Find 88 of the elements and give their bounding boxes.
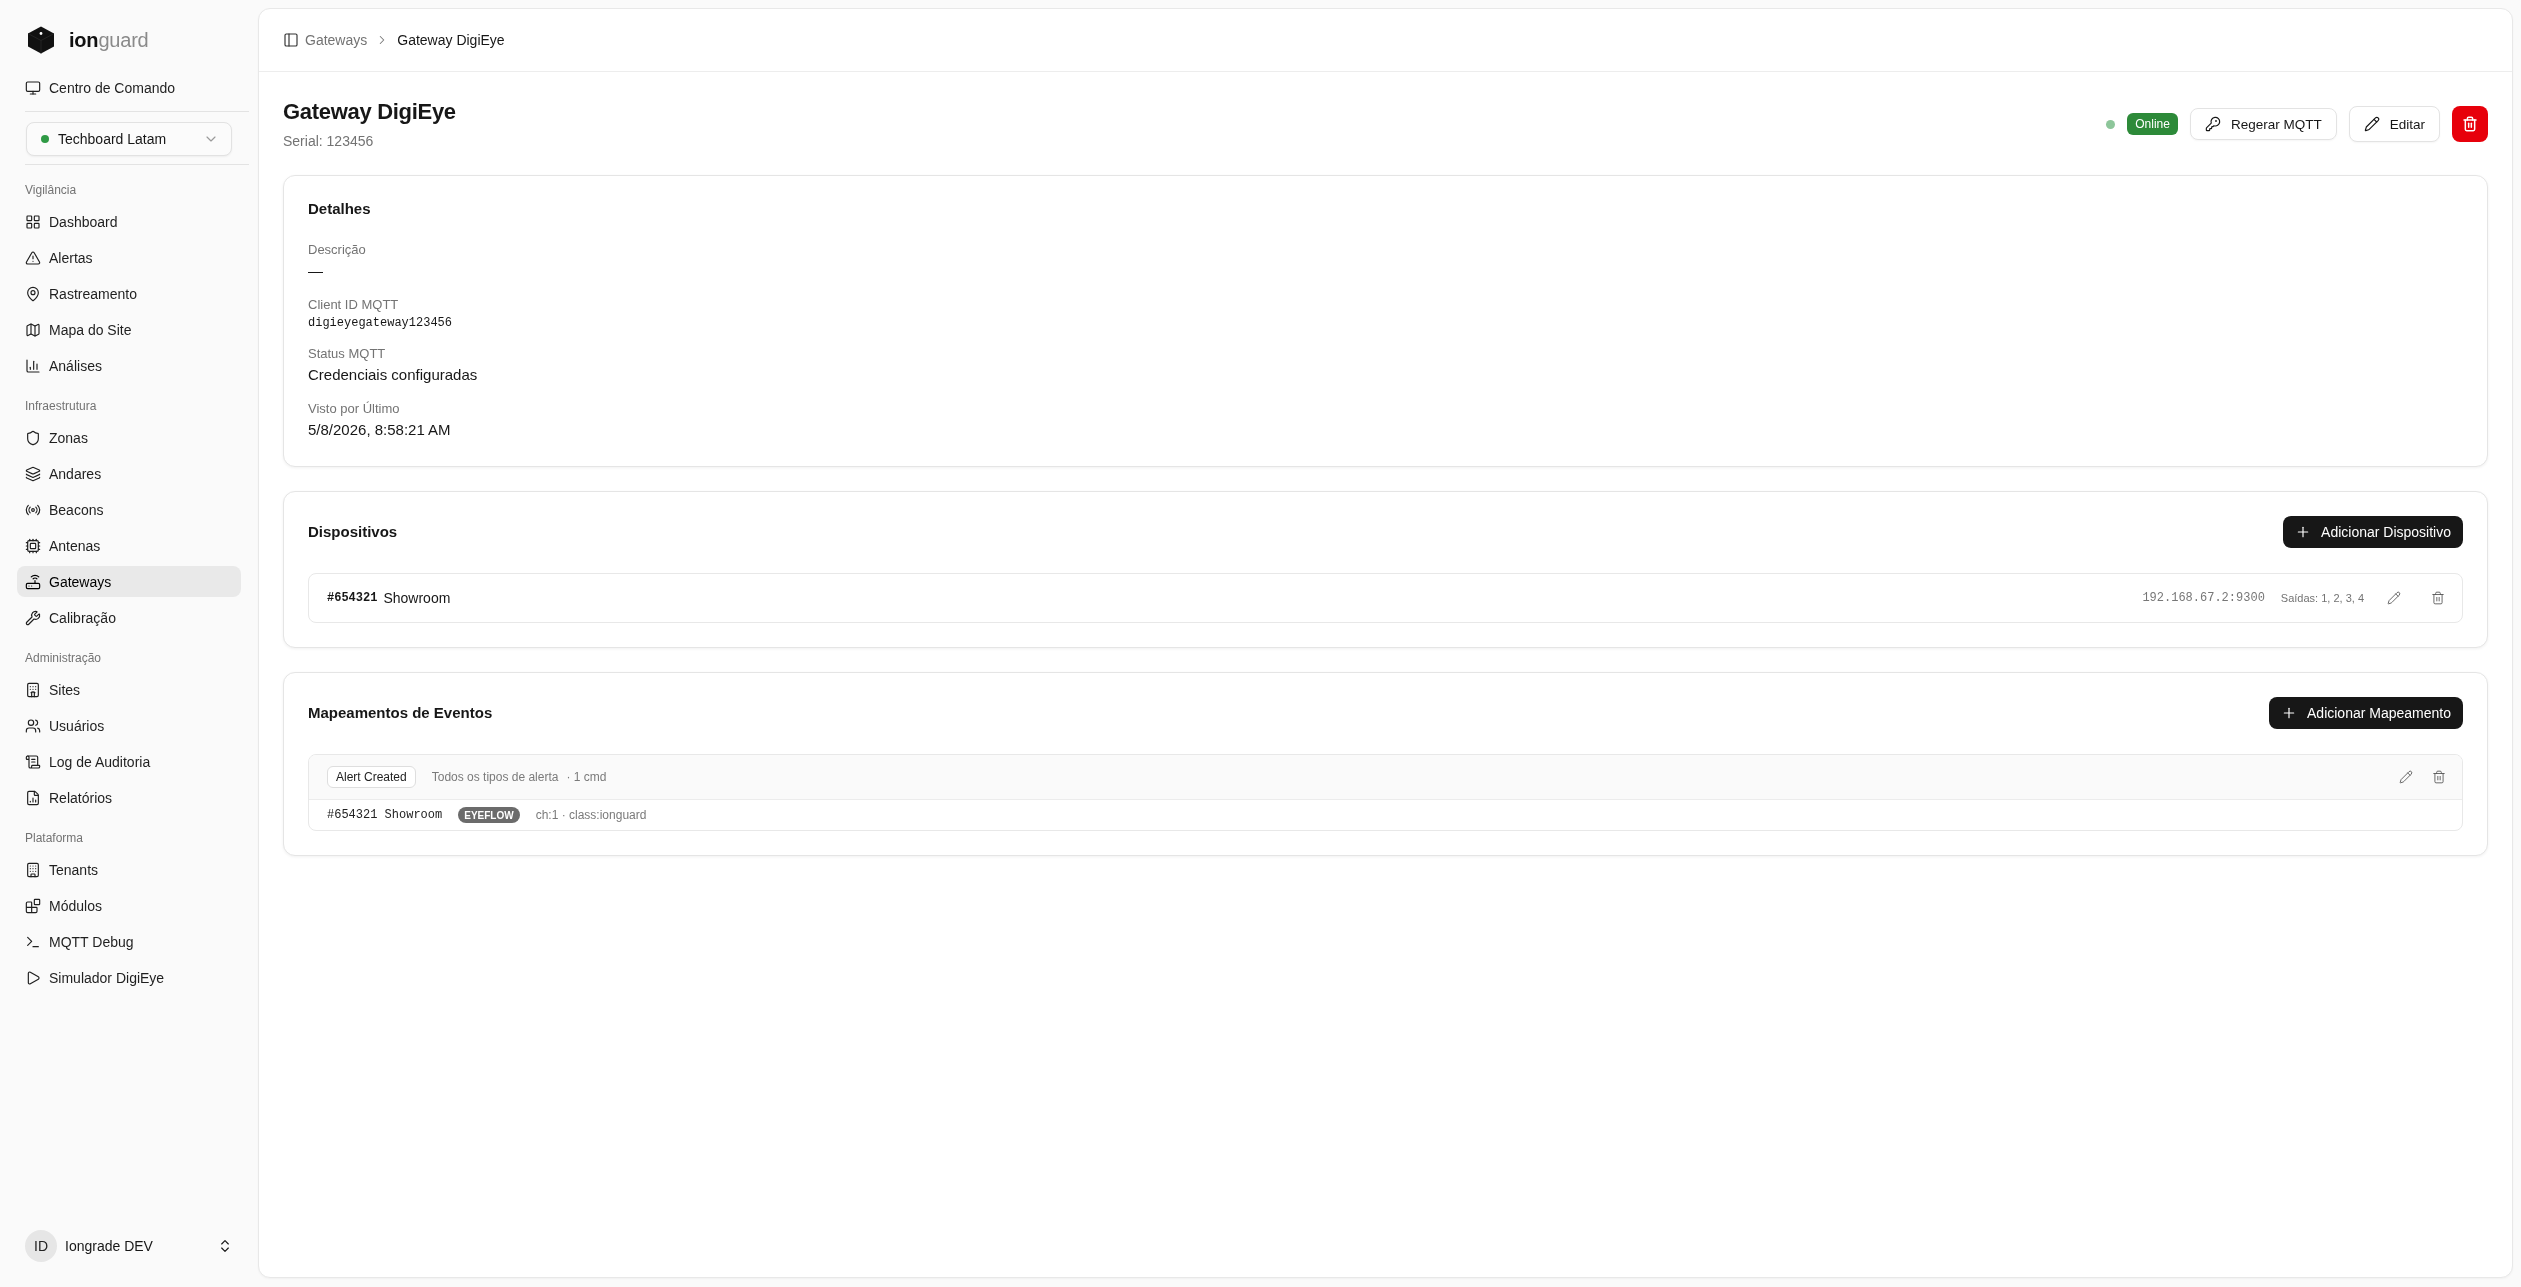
sidebar-item[interactable]: Antenas xyxy=(17,530,241,561)
page-title: Gateway DigiEye xyxy=(283,98,456,126)
play-icon xyxy=(25,969,41,986)
field-value: Credenciais configuradas xyxy=(308,365,478,385)
router-icon xyxy=(25,573,41,590)
sidebar-item[interactable]: Análises xyxy=(17,350,241,381)
building-icon xyxy=(25,681,41,698)
sidebar-item[interactable]: Dashboard xyxy=(17,206,241,237)
breadcrumb-current-page: Gateway DigiEye xyxy=(397,32,505,48)
event-badge: Alert Created xyxy=(327,766,416,788)
pencil-icon xyxy=(2387,591,2401,605)
scroll-icon xyxy=(25,753,41,770)
alert-scope: Todos os tipos de alerta xyxy=(431,770,559,784)
field-value: — xyxy=(308,261,323,281)
device-address: 192.168.67.2:9300 xyxy=(2142,591,2265,605)
pencil-icon xyxy=(2399,770,2413,784)
map-icon xyxy=(25,321,41,338)
sidebar-item[interactable]: Andares xyxy=(17,458,241,489)
section-label: Infraestrutura xyxy=(24,398,98,415)
status-badge: Online xyxy=(2127,113,2178,135)
sidebar-item[interactable]: Alertas xyxy=(17,242,241,273)
command-params: ch:1 · class:ionguard xyxy=(535,808,647,822)
user-avatar: ID xyxy=(25,1230,57,1262)
card-title: Dispositivos xyxy=(308,523,398,541)
map-pin-icon xyxy=(25,285,41,302)
pencil-icon xyxy=(2363,116,2380,132)
section-label: Administração xyxy=(24,650,103,667)
user-name: Iongrade DEV xyxy=(65,1238,154,1254)
field-label: Client ID MQTT xyxy=(308,296,399,314)
warning-icon xyxy=(25,249,41,266)
sidebar-item[interactable]: Simulador DigiEye xyxy=(17,962,241,993)
breadcrumb-link[interactable]: Gateways xyxy=(305,32,368,48)
field-value: 5/8/2026, 8:58:21 AM xyxy=(308,420,451,440)
sidebar-toggle-icon[interactable] xyxy=(283,32,299,48)
card-title: Mapeamentos de Eventos xyxy=(308,704,493,722)
sidebar-item[interactable]: MQTT Debug xyxy=(17,926,241,957)
sidebar-item[interactable]: Relatórios xyxy=(17,782,241,813)
serial-text: Serial: 123456 xyxy=(283,132,375,151)
shield-icon xyxy=(25,429,41,446)
sidebar-item[interactable]: Log de Auditoria xyxy=(17,746,241,777)
sidebar-item[interactable]: Calibração xyxy=(17,602,241,633)
sidebar-item[interactable]: Usuários xyxy=(17,710,241,741)
layers-icon xyxy=(25,465,41,482)
sidebar-item[interactable]: Gateways xyxy=(17,566,241,597)
grid-icon xyxy=(25,213,41,230)
device-name: Showroom xyxy=(383,590,451,606)
sidebar-item[interactable]: Mapa do Site xyxy=(17,314,241,345)
field-label: Descrição xyxy=(308,241,366,259)
sidebar-item[interactable]: Módulos xyxy=(17,890,241,921)
command-center-link[interactable]: Centro de Comando xyxy=(17,72,241,103)
trash-icon xyxy=(2462,116,2478,132)
wrench-icon xyxy=(25,609,41,626)
command-count: · 1 cmd xyxy=(566,770,607,784)
sidebar-item[interactable]: Sites xyxy=(17,674,241,705)
chip-icon xyxy=(25,537,41,554)
cube-logo-icon xyxy=(27,26,55,54)
blocks-icon xyxy=(25,897,41,914)
section-label: Plataforma xyxy=(24,830,85,847)
brand-name: ionguard xyxy=(69,28,149,52)
edit-button[interactable]: Editar xyxy=(2348,106,2440,142)
trash-icon xyxy=(2431,591,2445,605)
field-value: digieyegateway123456 xyxy=(308,315,453,332)
users-icon xyxy=(25,717,41,734)
section-label: Vigilância xyxy=(24,182,78,199)
device-outputs: Saídas: 1, 2, 3, 4 xyxy=(2280,592,2364,604)
add-device-button[interactable]: Adicionar Dispositivo xyxy=(2283,516,2463,548)
trash-icon xyxy=(2432,770,2446,784)
add-mapping-button[interactable]: Adicionar Mapeamento xyxy=(2269,697,2463,729)
sidebar-item[interactable]: Zonas xyxy=(17,422,241,453)
command-type-badge: EYEFLOW xyxy=(458,807,520,823)
sidebar-item[interactable]: Rastreamento xyxy=(17,278,241,309)
building-icon xyxy=(25,861,41,878)
regenerate-mqtt-button[interactable]: Regerar MQTT xyxy=(2189,108,2337,140)
device-id: #654321 xyxy=(327,591,378,605)
delete-button[interactable] xyxy=(2452,106,2488,142)
key-icon xyxy=(2204,116,2221,132)
plus-icon xyxy=(2281,705,2297,721)
bar-chart-icon xyxy=(25,357,41,374)
file-chart-icon xyxy=(25,789,41,806)
tenant-select[interactable]: Techboard Latam xyxy=(26,122,232,156)
sidebar-item[interactable]: Tenants xyxy=(17,854,241,885)
field-label: Status MQTT xyxy=(308,345,386,363)
monitor-icon xyxy=(25,79,41,96)
status-dot-icon xyxy=(41,135,49,143)
card-title: Detalhes xyxy=(308,200,372,218)
field-label: Visto por Último xyxy=(308,400,400,418)
sidebar-item[interactable]: Beacons xyxy=(17,494,241,525)
command-target: #654321 Showroom xyxy=(327,808,443,822)
